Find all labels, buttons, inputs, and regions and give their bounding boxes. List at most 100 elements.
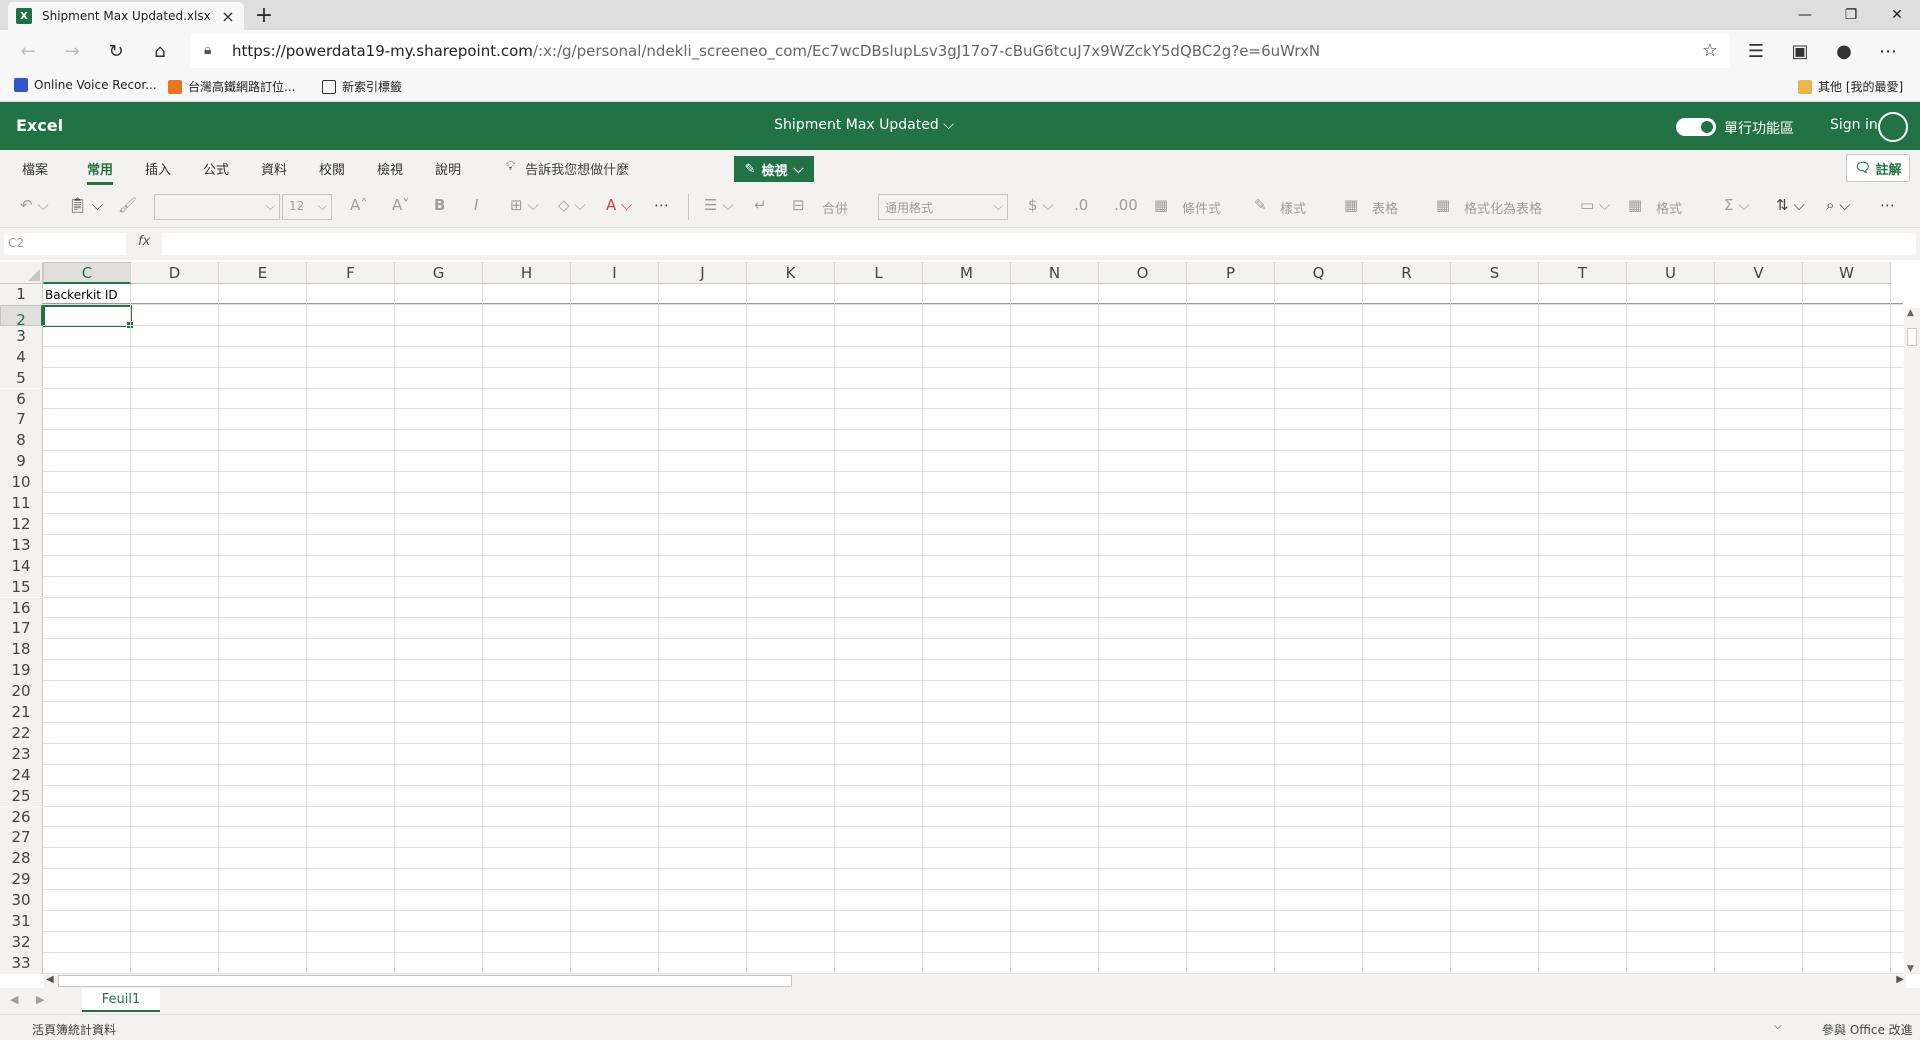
bookmark-item[interactable]: 新索引標籤 — [322, 78, 402, 95]
decrease-font-icon[interactable]: A˅ — [392, 196, 410, 214]
column-header[interactable]: M — [923, 262, 1011, 284]
favorite-star-icon[interactable]: ☆ — [1702, 40, 1718, 61]
column-header[interactable]: T — [1539, 262, 1627, 284]
row-header[interactable]: 18 — [0, 639, 43, 661]
styles-label[interactable]: 樣式 — [1280, 198, 1306, 217]
paste-icon[interactable]: 📋︎ ⌵ — [68, 196, 103, 214]
row-header[interactable]: 14 — [0, 555, 43, 577]
row-header[interactable]: 25 — [0, 785, 43, 807]
font-size-select[interactable]: 12 ⌵ — [282, 194, 332, 220]
scroll-up-icon[interactable]: ▲ — [1907, 308, 1914, 318]
back-icon[interactable]: ← — [14, 38, 42, 64]
browser-tab[interactable]: X Shipment Max Updated.xlsx × — [8, 2, 244, 30]
column-header[interactable]: F — [307, 262, 395, 284]
avatar[interactable] — [1878, 112, 1908, 142]
row-header[interactable]: 13 — [0, 534, 43, 556]
tab-data[interactable]: 資料 — [261, 159, 287, 178]
comments-button[interactable]: 🗨︎ 註解 — [1846, 154, 1910, 182]
format-label[interactable]: 格式 — [1656, 198, 1682, 217]
chevron-down-icon[interactable]: ⌵ — [1774, 1021, 1782, 1032]
favorites-icon[interactable]: ☰ — [1742, 38, 1770, 64]
new-tab-icon[interactable]: + — [252, 3, 276, 28]
conditional-format-icon[interactable]: ▦ — [1154, 196, 1168, 214]
row-header[interactable]: 7 — [0, 409, 43, 431]
close-tab-icon[interactable]: × — [220, 7, 236, 26]
tab-view[interactable]: 檢視 — [377, 159, 403, 178]
sheet-grid[interactable]: Backerkit ID ▲ ▼ CDEFGHIJKLMNOPQRSTUVW12… — [0, 262, 1920, 974]
tab-file[interactable]: 檔案 — [22, 159, 48, 178]
bold-icon[interactable]: B — [434, 196, 445, 214]
column-header[interactable]: P — [1187, 262, 1275, 284]
scroll-thumb[interactable] — [1907, 328, 1917, 346]
row-header[interactable]: 10 — [0, 472, 43, 493]
column-header[interactable]: S — [1451, 262, 1539, 284]
h-scroll-thumb[interactable] — [58, 975, 792, 987]
column-header[interactable]: V — [1715, 262, 1803, 284]
column-header[interactable]: K — [747, 262, 835, 284]
row-header[interactable]: 30 — [0, 890, 43, 911]
tab-formulas[interactable]: 公式 — [203, 159, 229, 178]
scroll-right-icon[interactable]: ▶ — [1896, 974, 1904, 985]
italic-icon[interactable]: I — [474, 196, 478, 214]
workbook-statistics[interactable]: 活頁簿統計資料 — [32, 1021, 116, 1038]
row-header[interactable]: 31 — [0, 911, 43, 932]
document-title[interactable]: Shipment Max Updated ⌵ — [0, 117, 1728, 133]
column-header[interactable]: O — [1099, 262, 1187, 284]
merge-label[interactable]: 合併 — [822, 198, 848, 217]
column-header[interactable]: R — [1363, 262, 1451, 284]
increase-decimal-icon[interactable]: .0 — [1074, 196, 1088, 214]
row-header[interactable]: 15 — [0, 576, 43, 598]
scroll-down-icon[interactable]: ▼ — [1907, 964, 1914, 974]
row-header[interactable]: 27 — [0, 827, 43, 849]
more-icon[interactable]: ⋯ — [654, 196, 669, 214]
increase-font-icon[interactable]: A˄ — [350, 196, 368, 214]
name-box[interactable]: C2 — [4, 233, 126, 255]
collections-icon[interactable]: ▣ — [1786, 38, 1814, 64]
row-header[interactable]: 28 — [0, 848, 43, 870]
prev-sheet-icon[interactable]: ◀ — [10, 993, 18, 1006]
home-icon[interactable]: ⌂ — [146, 38, 174, 64]
office-feedback[interactable]: 參與 Office 改進 — [1822, 1021, 1913, 1038]
row-header[interactable]: 23 — [0, 743, 43, 765]
close-window-icon[interactable]: ✕ — [1874, 0, 1920, 30]
find-icon[interactable]: ⌕ ⌵ — [1826, 196, 1851, 214]
format-as-table-icon[interactable]: ▦ — [1436, 196, 1450, 214]
row-header[interactable]: 2 — [0, 304, 43, 329]
align-icon[interactable]: ☰ ⌵ — [704, 196, 734, 214]
row-header[interactable]: 12 — [0, 513, 43, 535]
row-header[interactable]: 5 — [0, 367, 43, 389]
sheet-tab[interactable]: Feuil1 — [82, 988, 160, 1012]
undo-icon[interactable]: ↶ ⌵ — [20, 196, 49, 214]
format-as-table-label[interactable]: 格式化為表格 — [1464, 198, 1542, 217]
merge-icon[interactable]: ⊟ — [792, 196, 805, 214]
column-header[interactable]: G — [395, 262, 483, 284]
borders-icon[interactable]: ⊞ ⌵ — [510, 196, 539, 214]
tab-home[interactable]: 常用 — [87, 159, 114, 185]
row-header[interactable]: 26 — [0, 806, 43, 828]
fill-color-icon[interactable]: ◇ ⌵ — [558, 196, 586, 214]
row-header[interactable]: 11 — [0, 493, 43, 514]
formula-input[interactable] — [162, 233, 1916, 255]
column-header[interactable]: L — [835, 262, 923, 284]
column-header[interactable]: J — [659, 262, 747, 284]
column-header[interactable]: U — [1627, 262, 1715, 284]
font-color-icon[interactable]: A ⌵ — [606, 196, 632, 214]
browser-menu-icon[interactable]: ⋯ — [1874, 38, 1902, 64]
row-header[interactable]: 3 — [0, 325, 43, 347]
cell-c1[interactable]: Backerkit ID — [45, 288, 118, 302]
tab-insert[interactable]: 插入 — [145, 159, 171, 178]
sort-filter-icon[interactable]: ⇅ ⌵ — [1776, 196, 1805, 214]
row-header[interactable]: 16 — [0, 597, 43, 619]
wrap-text-icon[interactable]: ↵ — [754, 196, 767, 214]
font-name-select[interactable]: ⌵ — [154, 194, 280, 220]
sign-in-link[interactable]: Sign in — [1830, 117, 1878, 133]
row-header[interactable]: 21 — [0, 702, 43, 723]
column-header[interactable]: E — [219, 262, 307, 284]
column-header[interactable]: W — [1803, 262, 1891, 284]
bookmark-item[interactable]: Online Voice Recor... — [14, 78, 157, 92]
autosum-icon[interactable]: Σ ⌵ — [1724, 196, 1750, 214]
column-header[interactable]: Q — [1275, 262, 1363, 284]
tab-review[interactable]: 校閱 — [319, 159, 345, 178]
fx-icon[interactable]: fx — [138, 234, 150, 249]
row-header[interactable]: 8 — [0, 430, 43, 452]
